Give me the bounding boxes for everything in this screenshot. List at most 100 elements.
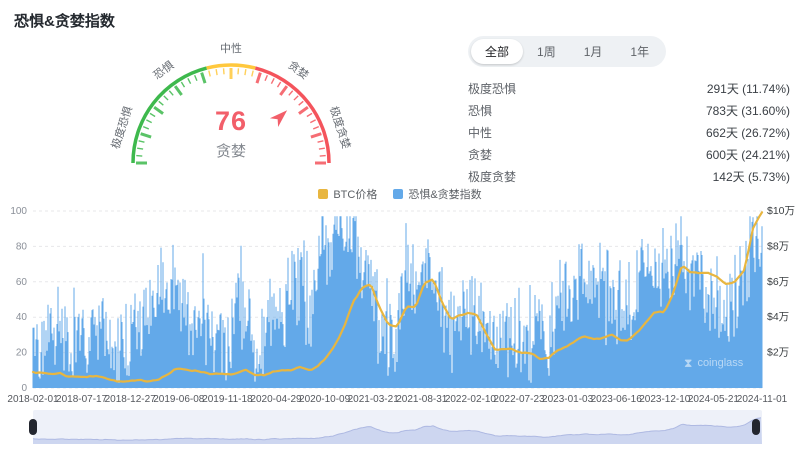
x-axis-label: 2020-10-09 [299,394,351,405]
fear-greed-page: 恐惧&贪婪指数 极度恐惧恐惧中性贪婪极度贪婪 76 贪婪 全部1周1月1年 极度… [0,0,800,460]
stat-label: 恐惧 [468,102,492,119]
stat-value: 600天 (24.21%) [706,146,790,163]
range-tab-1周[interactable]: 1周 [523,39,570,64]
gauge-tick [318,141,324,142]
gauge-tick [188,78,191,83]
stat-row: 中性 662天 (26.72%) [468,121,790,143]
x-axis-label: 2018-12-27 [105,394,157,405]
y-axis-left-label: 60 [16,277,28,288]
gauge-tick [154,107,163,113]
range-tab-全部[interactable]: 全部 [471,39,523,64]
y-axis-right-label: $10万 [767,205,795,217]
x-axis-label: 2019-11-18 [202,394,253,405]
x-axis-label: 2023-01-03 [542,394,594,405]
gauge-tick [159,101,164,105]
gauge-tick [299,101,304,105]
y-axis-left-label: 40 [16,312,28,323]
x-axis-label: 2021-08-31 [396,394,448,405]
gauge-tick [289,91,293,96]
legend-swatch-icon [393,189,403,199]
range-tabs: 全部1周1月1年 [468,36,666,67]
gauge-tick [257,73,260,83]
x-axis-label: 2022-02-10 [445,394,497,405]
gauge-tick [280,86,286,95]
gauge-tick [299,107,308,113]
gauge-tick [139,141,145,142]
gauge-value-label: 贪婪 [171,140,291,161]
stats-panel: 全部1周1月1年 极度恐惧 291天 (11.74%) 恐惧 783天 (31.60%… [468,36,790,187]
gauge-tick [137,148,143,149]
gauge-tick [181,82,184,87]
y-axis-left-label: 20 [16,348,28,359]
y-axis-right-label: $2万 [767,347,789,359]
gauge-tick [150,113,155,116]
stat-row: 恐惧 783天 (31.60%) [468,99,790,121]
fear-greed-area-series [33,216,762,388]
gauge-tick [195,75,197,81]
gauge-axis-label: 极度贪婪 [327,104,354,150]
fear-greed-history-chart[interactable]: 020406080100$2万$4万$6万$8万$10万2018-02-0120… [0,200,800,408]
gauge-value: 76 [171,106,291,137]
gauge-tick [175,86,181,95]
y-axis-right-label: $8万 [767,240,789,252]
x-axis-label: 2018-07-17 [56,394,108,405]
gauge-tick [143,127,149,129]
x-axis-label: 2019-06-08 [153,394,205,405]
gauge-axis-label: 恐惧 [150,58,176,82]
stat-label: 贪婪 [468,146,492,163]
x-axis-label: 2024-05-21 [688,394,740,405]
gauge-tick [245,69,246,75]
gauge-tick [319,148,325,149]
legend-swatch-icon [318,189,328,199]
chart-range-brush[interactable] [33,410,762,444]
brush-handle-left[interactable] [29,419,37,435]
stats-list: 极度恐惧 291天 (11.74%) 恐惧 783天 (31.60%) 中性 662天 (… [468,77,790,187]
range-tab-1年[interactable]: 1年 [616,39,663,64]
stat-row: 极度恐惧 291天 (11.74%) [468,77,790,99]
stat-value: 662天 (26.72%) [706,124,790,141]
stat-value: 142天 (5.73%) [713,168,790,185]
gauge-tick [311,134,321,137]
brush-minimap [33,410,762,444]
stat-value: 783天 (31.60%) [706,102,790,119]
gauge-tick [141,134,151,137]
x-axis-label: 2018-02-01 [7,394,59,405]
y-axis-left-label: 80 [16,241,28,252]
stat-row: 极度贪婪 142天 (5.73%) [468,165,790,187]
stat-value: 291天 (11.74%) [707,80,790,97]
y-axis-right-label: $4万 [767,311,789,323]
x-axis-label: 2024-11-01 [737,394,788,405]
brush-handle-right[interactable] [752,419,760,435]
gauge-tick [164,96,168,100]
x-axis-label: 2023-06-16 [591,394,643,405]
x-axis-label: 2022-07-23 [493,394,545,405]
range-tab-1月[interactable]: 1月 [570,39,617,64]
gauge-tick [265,75,267,81]
gauge-tick [209,71,210,77]
y-axis-left-label: 100 [10,206,27,217]
y-axis-left-label: 0 [21,383,27,394]
gauge-tick [310,120,315,123]
gauge-tick [252,71,253,77]
gauge-tick [216,69,217,75]
x-axis-label: 2020-04-29 [250,394,302,405]
x-axis-label: 2023-12-10 [639,394,691,405]
gauge-arc-neutral [207,65,256,68]
gauge-axis-label: 极度恐惧 [108,104,135,150]
gauge-tick [202,73,205,83]
gauge-axis-label: 贪婪 [286,58,312,82]
stat-label: 极度恐惧 [468,80,516,97]
gauge-tick [307,113,312,116]
gauge-tick [294,96,298,100]
gauge-tick [271,78,274,83]
gauge-tick [169,91,173,96]
gauge-tick [313,127,319,129]
stat-label: 极度贪婪 [468,168,516,185]
stat-label: 中性 [468,124,492,141]
y-axis-right-label: $6万 [767,276,789,288]
gauge-tick [146,120,151,123]
gauge-tick [278,82,281,87]
x-axis-label: 2021-03-21 [348,394,400,405]
stat-row: 贪婪 600天 (24.21%) [468,143,790,165]
gauge-axis-label: 中性 [220,41,242,55]
